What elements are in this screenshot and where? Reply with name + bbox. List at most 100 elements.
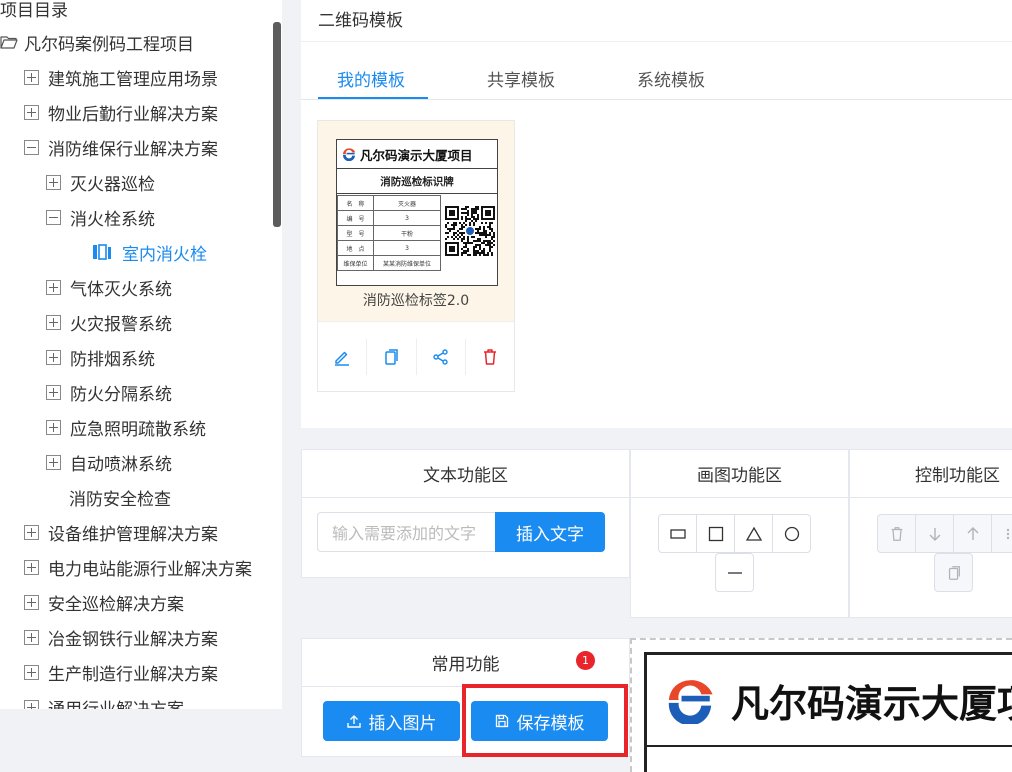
text-input[interactable]: 输入需要添加的文字 — [317, 512, 495, 552]
tree-item[interactable]: 火灾报警系统 — [46, 308, 172, 336]
tree-item-label: 火灾报警系统 — [70, 314, 172, 335]
tab-shared-templates[interactable]: 共享模板 — [487, 66, 555, 91]
expand-icon[interactable] — [24, 559, 39, 575]
arrow-up-icon — [967, 526, 978, 540]
expand-icon[interactable] — [46, 419, 61, 435]
tree-item-label: 冶金钢铁行业解决方案 — [48, 629, 218, 650]
tree-item[interactable]: 通用行业解决方案 — [24, 693, 184, 709]
delete-element-button[interactable] — [877, 514, 916, 553]
tree-item[interactable]: 设备维护管理解决方案 — [24, 518, 218, 546]
duplicate-element-button[interactable] — [934, 553, 973, 592]
draw-function-panel: 画图功能区 — [630, 449, 849, 618]
expand-icon[interactable] — [46, 454, 61, 470]
insert-text-button[interactable]: 插入文字 — [495, 512, 605, 552]
tree-item[interactable]: 消防维保行业解决方案 — [24, 133, 218, 161]
tree-item[interactable]: 自动喷淋系统 — [46, 448, 172, 476]
save-button-highlight — [462, 684, 628, 757]
thumb-table-row: 名 称灭火器 — [337, 195, 441, 211]
tree-item[interactable]: 消防安全检查 — [69, 483, 171, 511]
canvas-header[interactable]: 凡尔码演示大厦项目 — [647, 655, 1012, 747]
move-up-button[interactable] — [953, 514, 992, 553]
tree-item-label: 设备维护管理解决方案 — [48, 524, 218, 545]
thumb-table-cell: 3 — [373, 210, 441, 226]
tree-item[interactable]: 防火分隔系统 — [46, 378, 172, 406]
expand-icon[interactable] — [24, 104, 39, 120]
panel-title: 二维码模板 — [318, 11, 403, 31]
draw-square-button[interactable] — [696, 514, 735, 553]
tree-item-label: 消火栓系统 — [70, 209, 155, 230]
tree-item-label: 电力电站能源行业解决方案 — [48, 559, 252, 580]
tree-item-label: 应急照明疏散系统 — [70, 419, 206, 440]
expand-icon[interactable] — [24, 629, 39, 645]
template-card[interactable]: 凡尔码演示大厦项目 消防巡检标识牌 名 称灭火器编 号3型 号干粉地 点 3 维保单… — [317, 120, 515, 392]
expand-icon[interactable] — [24, 664, 39, 680]
expand-icon[interactable] — [24, 524, 39, 540]
thumb-header: 凡尔码演示大厦项目 — [337, 140, 497, 169]
thumb-table-row: 型 号干粉 — [337, 225, 441, 241]
tree-item[interactable]: 电力电站能源行业解决方案 — [24, 553, 252, 581]
tree-item[interactable]: 气体灭火系统 — [46, 273, 172, 301]
tab-my-templates[interactable]: 我的模板 — [337, 66, 405, 91]
move-down-button[interactable] — [915, 514, 954, 553]
tree-root[interactable]: 凡尔码案例码工程项目 — [0, 28, 194, 56]
template-preview[interactable]: 凡尔码演示大厦项目 消防巡检标识牌 名 称灭火器编 号3型 号干粉地 点 3 维保单… — [318, 121, 514, 321]
dots-icon — [1006, 528, 1009, 539]
thumb-table-cell: 名 称 — [337, 195, 374, 211]
tree-item[interactable]: 消火栓系统 — [46, 203, 155, 231]
tree-item[interactable]: 室内消火栓 — [92, 238, 207, 266]
edit-template-button[interactable] — [318, 338, 368, 375]
folder-open-icon — [0, 36, 18, 49]
canvas-title[interactable]: 凡尔码演示大厦项目 — [731, 673, 1012, 728]
thumb-table-cell: 某某消防维保单位 — [373, 255, 441, 271]
tree-item[interactable]: 冶金钢铁行业解决方案 — [24, 623, 218, 651]
canvas-template[interactable]: 凡尔码演示大厦项目 — [644, 652, 1012, 772]
tree-item-label: 消防维保行业解决方案 — [48, 139, 218, 160]
thumb-table-row: 地 点3 — [337, 240, 441, 256]
collapse-icon[interactable] — [24, 139, 39, 155]
tree-item-label: 建筑施工管理应用场景 — [48, 69, 218, 90]
align-button[interactable] — [991, 514, 1012, 553]
expand-icon[interactable] — [24, 594, 39, 610]
template-name: 消防巡检标签2.0 — [362, 293, 470, 309]
brand-logo-icon — [668, 680, 713, 724]
tree-item[interactable]: 灭火器巡检 — [46, 168, 155, 196]
thumb-info-table: 名 称灭火器编 号3型 号干粉地 点 3 维保单位 某某消防维保单位 — [337, 195, 441, 271]
step-badge: 1 — [576, 651, 595, 670]
tree-item[interactable]: 建筑施工管理应用场景 — [24, 63, 218, 91]
tree-item[interactable]: 安全巡检解决方案 — [24, 588, 184, 616]
expand-icon[interactable] — [46, 349, 61, 365]
upload-icon — [346, 715, 361, 728]
share-icon — [432, 348, 448, 365]
tree-item[interactable]: 生产制造行业解决方案 — [24, 658, 218, 686]
copy-template-button[interactable] — [367, 338, 417, 375]
thumb-table-cell: 灭火器 — [373, 195, 441, 211]
expand-icon[interactable] — [46, 314, 61, 330]
expand-icon[interactable] — [24, 699, 39, 709]
draw-triangle-button[interactable] — [734, 514, 773, 553]
delete-template-button[interactable] — [466, 339, 514, 375]
thumb-header-text: 凡尔码演示大厦项目 — [360, 147, 473, 163]
insert-image-button[interactable]: 插入图片 — [323, 701, 460, 741]
draw-rectangle-button[interactable] — [658, 514, 697, 553]
expand-icon[interactable] — [46, 279, 61, 295]
expand-icon[interactable] — [46, 384, 61, 400]
brand-logo-icon — [342, 148, 356, 161]
expand-icon[interactable] — [24, 69, 39, 85]
tree-item[interactable]: 防排烟系统 — [46, 343, 155, 371]
draw-circle-button[interactable] — [772, 514, 811, 553]
tree-item[interactable]: 物业后勤行业解决方案 — [24, 98, 218, 126]
circle-icon — [784, 526, 799, 541]
thumb-table-cell: 3 — [373, 240, 441, 256]
draw-line-button[interactable] — [715, 553, 754, 592]
edit-icon — [335, 351, 350, 366]
design-canvas[interactable]: 凡尔码演示大厦项目 — [630, 638, 1012, 772]
tree-item[interactable]: 应急照明疏散系统 — [46, 413, 206, 441]
text-panel-title: 文本功能区 — [302, 450, 629, 498]
tab-system-templates[interactable]: 系统模板 — [637, 66, 705, 91]
share-template-button[interactable] — [417, 338, 466, 375]
thumb-subtitle: 消防巡检标识牌 — [337, 169, 497, 194]
collapse-icon[interactable] — [46, 209, 61, 225]
expand-icon[interactable] — [46, 174, 61, 190]
sidebar-scrollbar[interactable] — [273, 22, 281, 227]
tree-item-label: 通用行业解决方案 — [48, 695, 184, 710]
